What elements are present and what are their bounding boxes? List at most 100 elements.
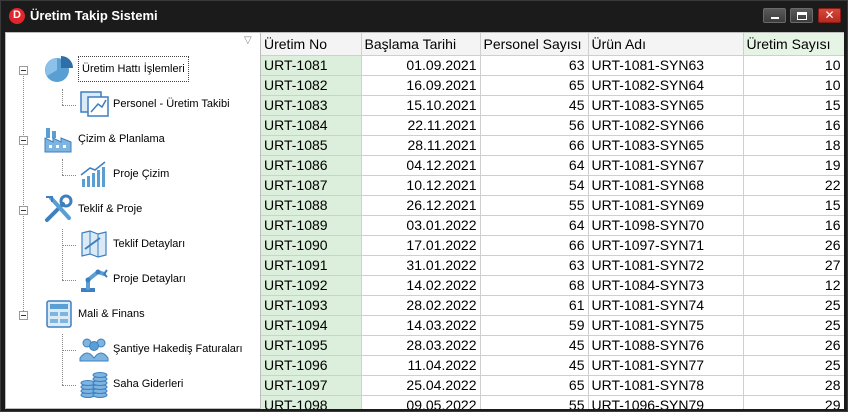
table-row[interactable]: URT-1081 01.09.2021 63 URT-1081-SYN63 10 [261, 54, 844, 76]
table-cell[interactable]: 27 [742, 254, 844, 276]
table-cell[interactable]: URT-1093 [261, 294, 362, 316]
table-row[interactable]: URT-1082 16.09.2021 65 URT-1082-SYN64 10 [261, 74, 844, 96]
table-cell[interactable]: URT-1098 [261, 394, 362, 409]
table-cell[interactable]: 19 [742, 154, 844, 176]
table-cell[interactable]: 26 [742, 234, 844, 256]
table-cell[interactable]: 17.01.2022 [360, 234, 481, 256]
column-header-baslama-tarihi[interactable]: Başlama Tarihi [360, 33, 481, 56]
table-cell[interactable]: URT-1097 [261, 374, 362, 396]
table-row[interactable]: URT-1088 26.12.2021 55 URT-1081-SYN69 15 [261, 194, 844, 216]
table-cell[interactable]: 66 [479, 234, 589, 256]
table-row[interactable]: URT-1096 11.04.2022 45 URT-1081-SYN77 25 [261, 354, 844, 376]
navigation-tree[interactable]: ▽ Üretim Hattı İşlemleri Personel - Üret… [5, 32, 261, 409]
table-cell[interactable]: URT-1088-SYN76 [587, 334, 744, 356]
column-header-uretim-sayisi[interactable]: Üretim Sayısı [742, 33, 844, 56]
table-cell[interactable]: 28 [742, 374, 844, 396]
table-cell[interactable]: URT-1090 [261, 234, 362, 256]
tree-node-cizim-planlama[interactable]: Çizim & Planlama [42, 123, 165, 155]
table-cell[interactable]: 68 [479, 274, 589, 296]
table-cell[interactable]: URT-1092 [261, 274, 362, 296]
table-cell[interactable]: 45 [479, 94, 589, 116]
table-cell[interactable]: URT-1082-SYN64 [587, 74, 744, 96]
table-cell[interactable]: 18 [742, 134, 844, 156]
table-cell[interactable]: URT-1081-SYN74 [587, 294, 744, 316]
table-cell[interactable]: URT-1081-SYN72 [587, 254, 744, 276]
table-cell[interactable]: URT-1082-SYN66 [587, 114, 744, 136]
table-cell[interactable]: 29 [742, 394, 844, 409]
maximize-button[interactable] [790, 8, 813, 23]
table-cell[interactable]: URT-1096 [261, 354, 362, 376]
table-row[interactable]: URT-1095 28.03.2022 45 URT-1088-SYN76 26 [261, 334, 844, 356]
column-header-urun-adi[interactable]: Ürün Adı [587, 33, 744, 56]
table-row[interactable]: URT-1092 14.02.2022 68 URT-1084-SYN73 12 [261, 274, 844, 296]
table-cell[interactable]: 63 [479, 254, 589, 276]
table-cell[interactable]: 14.03.2022 [360, 314, 481, 336]
table-row[interactable]: URT-1098 09.05.2022 55 URT-1096-SYN79 29 [261, 394, 844, 409]
table-cell[interactable]: URT-1084 [261, 114, 362, 136]
table-cell[interactable]: 55 [479, 394, 589, 409]
collapse-toggle-teklif-proje[interactable] [19, 206, 28, 215]
table-cell[interactable]: URT-1081-SYN69 [587, 194, 744, 216]
table-cell[interactable]: URT-1086 [261, 154, 362, 176]
tree-node-mali-finans[interactable]: Mali & Finans [42, 298, 145, 330]
table-cell[interactable]: URT-1082 [261, 74, 362, 96]
table-cell[interactable]: 22.11.2021 [360, 114, 481, 136]
table-cell[interactable]: URT-1098-SYN70 [587, 214, 744, 236]
tree-node-proje-cizim[interactable]: Proje Çizim [77, 158, 169, 190]
close-button[interactable]: ✕ [818, 8, 841, 23]
title-bar[interactable]: D Üretim Takip Sistemi ✕ [1, 1, 847, 31]
table-row[interactable]: URT-1090 17.01.2022 66 URT-1097-SYN71 26 [261, 234, 844, 256]
tree-node-saha-giderleri[interactable]: Saha Giderleri [77, 368, 183, 400]
table-cell[interactable]: URT-1081-SYN75 [587, 314, 744, 336]
tree-node-uretim-hatti-islemleri[interactable]: Üretim Hattı İşlemleri [42, 53, 189, 85]
tree-node-santiye-hakedis-faturalari[interactable]: Şantiye Hakediş Faturaları [77, 333, 243, 365]
table-row[interactable]: URT-1091 31.01.2022 63 URT-1081-SYN72 27 [261, 254, 844, 276]
table-row[interactable]: URT-1089 03.01.2022 64 URT-1098-SYN70 16 [261, 214, 844, 236]
table-cell[interactable]: URT-1081-SYN68 [587, 174, 744, 196]
table-row[interactable]: URT-1093 28.02.2022 61 URT-1081-SYN74 25 [261, 294, 844, 316]
table-row[interactable]: URT-1083 15.10.2021 45 URT-1083-SYN65 15 [261, 94, 844, 116]
table-cell[interactable]: 03.01.2022 [360, 214, 481, 236]
table-cell[interactable]: URT-1081-SYN77 [587, 354, 744, 376]
table-row[interactable]: URT-1087 10.12.2021 54 URT-1081-SYN68 22 [261, 174, 844, 196]
column-header-uretim-no[interactable]: Üretim No [261, 33, 362, 56]
column-header-personel-sayisi[interactable]: Personel Sayısı [479, 33, 589, 56]
table-cell[interactable]: 45 [479, 334, 589, 356]
table-cell[interactable]: 28.02.2022 [360, 294, 481, 316]
table-row[interactable]: URT-1085 28.11.2021 66 URT-1083-SYN65 18 [261, 134, 844, 156]
table-cell[interactable]: 16.09.2021 [360, 74, 481, 96]
table-cell[interactable]: 15 [742, 94, 844, 116]
table-cell[interactable]: URT-1097-SYN71 [587, 234, 744, 256]
table-cell[interactable]: URT-1083-SYN65 [587, 94, 744, 116]
table-cell[interactable]: URT-1083 [261, 94, 362, 116]
table-cell[interactable]: 59 [479, 314, 589, 336]
table-cell[interactable]: 22 [742, 174, 844, 196]
table-cell[interactable]: 56 [479, 114, 589, 136]
collapse-toggle-cizim-planlama[interactable] [19, 136, 28, 145]
table-cell[interactable]: URT-1081 [261, 54, 362, 76]
table-cell[interactable]: URT-1089 [261, 214, 362, 236]
collapse-toggle-mali-finans[interactable] [19, 311, 28, 320]
table-cell[interactable]: 16 [742, 114, 844, 136]
table-cell[interactable]: 63 [479, 54, 589, 76]
table-cell[interactable]: 10 [742, 74, 844, 96]
table-cell[interactable]: 25.04.2022 [360, 374, 481, 396]
tree-node-teklif-detaylari[interactable]: Teklif Detayları [77, 228, 185, 260]
table-cell[interactable]: 25 [742, 354, 844, 376]
table-cell[interactable]: 12 [742, 274, 844, 296]
table-cell[interactable]: 28.11.2021 [360, 134, 481, 156]
table-cell[interactable]: URT-1081-SYN67 [587, 154, 744, 176]
table-cell[interactable]: URT-1081-SYN63 [587, 54, 744, 76]
tree-node-personel-uretim-takibi[interactable]: Personel - Üretim Takibi [77, 88, 230, 120]
table-cell[interactable]: 55 [479, 194, 589, 216]
table-cell[interactable]: URT-1085 [261, 134, 362, 156]
filter-icon[interactable]: ▽ [244, 35, 252, 46]
minimize-button[interactable] [763, 8, 786, 23]
table-row[interactable]: URT-1084 22.11.2021 56 URT-1082-SYN66 16 [261, 114, 844, 136]
table-cell[interactable]: 04.12.2021 [360, 154, 481, 176]
table-cell[interactable]: 65 [479, 374, 589, 396]
table-cell[interactable]: 54 [479, 174, 589, 196]
table-cell[interactable]: 25 [742, 294, 844, 316]
table-row[interactable]: URT-1097 25.04.2022 65 URT-1081-SYN78 28 [261, 374, 844, 396]
production-data-grid[interactable]: Üretim No Başlama Tarihi Personel Sayısı… [261, 32, 844, 409]
